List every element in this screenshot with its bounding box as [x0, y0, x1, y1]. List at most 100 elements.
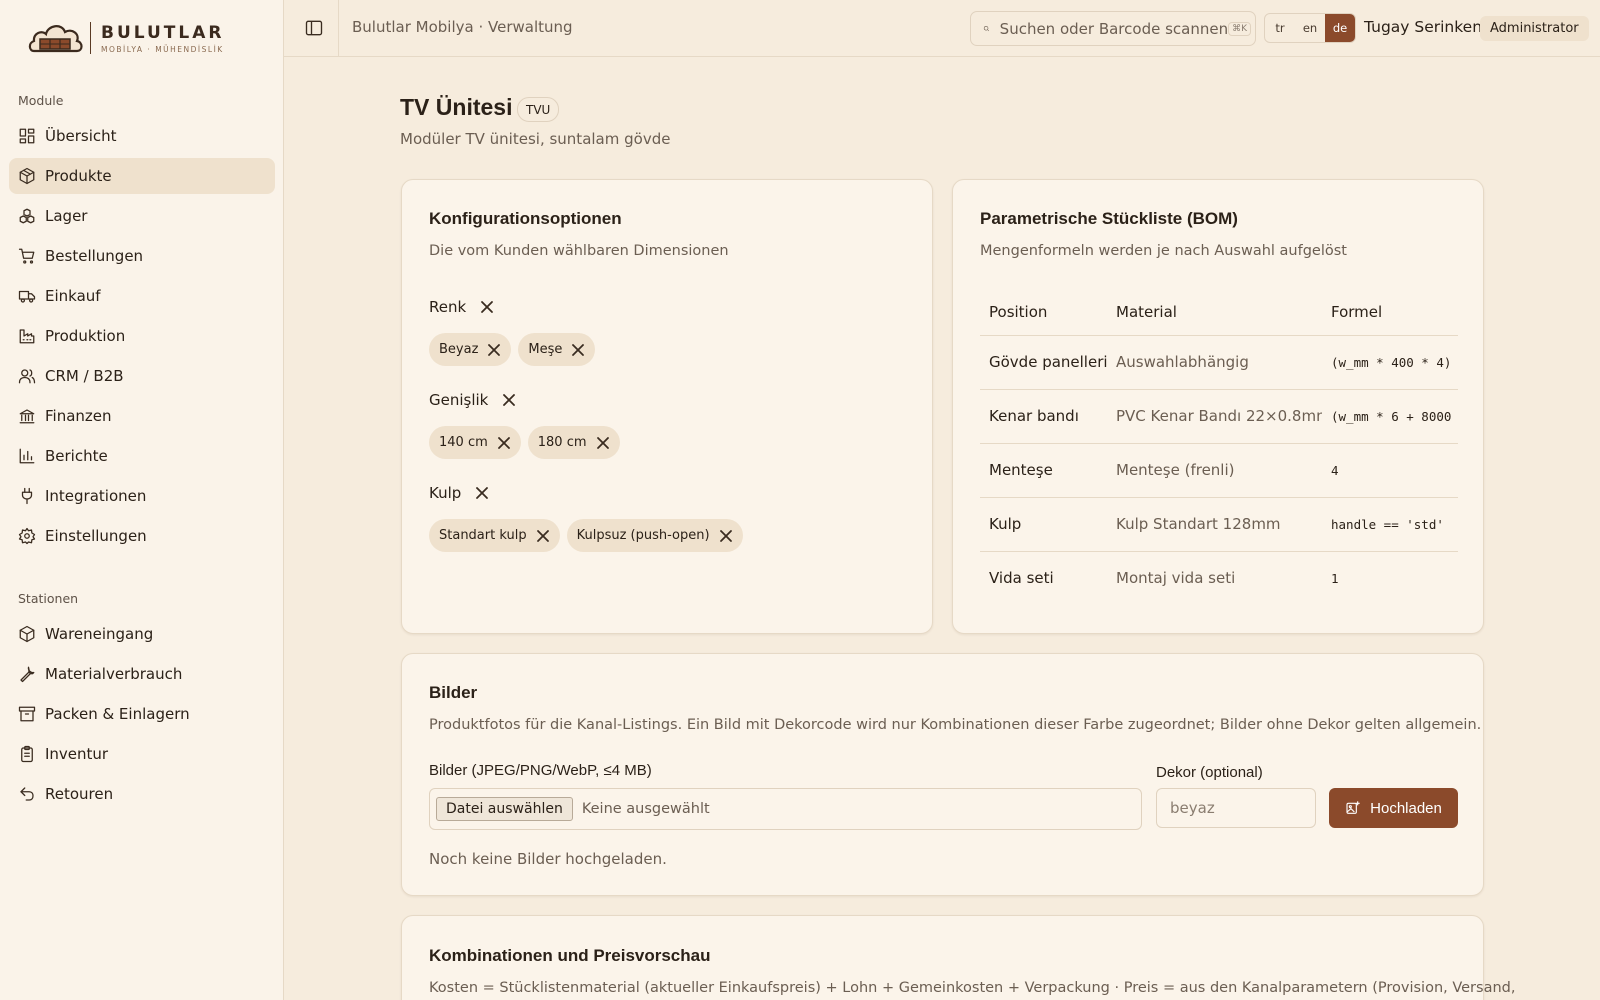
brand-logo[interactable]: BULUTLAR MOBİLYA · MÜHENDİSLİK	[28, 18, 224, 58]
lang-tr-button[interactable]: tr	[1265, 14, 1295, 42]
bom-formula: handle == 'std'	[1322, 497, 1458, 552]
option-value-chip: Beyaz	[429, 333, 512, 366]
remove-option-icon[interactable]	[502, 393, 516, 407]
file-status: Keine ausgewählt	[581, 801, 710, 817]
config-card-title: Konfigurationsoptionen	[429, 209, 622, 228]
sidebar-item-wareneingang[interactable]: Wareneingang	[9, 616, 275, 652]
bom-position: Gövde panelleri	[980, 335, 1107, 390]
top-bar: Bulutlar Mobilya · Verwaltung Suchen ode…	[284, 0, 1600, 57]
remove-value-icon[interactable]	[596, 436, 610, 450]
dekor-field-label: Dekor (optional)	[1156, 764, 1263, 781]
sidebar-item-integrationen[interactable]: Integrationen	[9, 478, 275, 514]
chip-label: Meşe	[528, 342, 563, 357]
dashboard-icon	[18, 127, 36, 145]
sidebar-item-label: Retouren	[45, 785, 114, 803]
brand-tagline: MOBİLYA · MÜHENDİSLİK	[101, 44, 224, 54]
cloud-logo-icon	[28, 25, 83, 53]
option-value-chip: Kulpsuz (push-open)	[566, 519, 743, 552]
config-card-description: Die vom Kunden wählbaren Dimensionen	[429, 243, 729, 259]
sidebar-item-finanzen[interactable]: Finanzen	[9, 398, 275, 434]
sidebar-item-label: Packen & Einlagern	[45, 705, 190, 723]
upload-button-label: Hochladen	[1370, 799, 1442, 817]
sidebar-item-einkauf[interactable]: Einkauf	[9, 278, 275, 314]
remove-value-icon[interactable]	[497, 436, 511, 450]
lang-de-button[interactable]: de	[1325, 14, 1355, 42]
option-value-chip: 180 cm	[527, 426, 620, 459]
sidebar-item-einstellungen[interactable]: Einstellungen	[9, 518, 275, 554]
image-file-input[interactable]: Datei auswählen Keine ausgewählt	[429, 788, 1142, 830]
sidebar-item-lager[interactable]: Lager	[9, 198, 275, 234]
sidebar-item-retouren[interactable]: Retouren	[9, 776, 275, 812]
sidebar-item-label: Finanzen	[45, 407, 112, 425]
option-group-renk: Renk	[429, 298, 494, 316]
clipboard-icon	[18, 745, 36, 763]
remove-option-icon[interactable]	[475, 486, 489, 500]
sidebar-item-berichte[interactable]: Berichte	[9, 438, 275, 474]
remove-value-icon[interactable]	[571, 343, 585, 357]
sidebar-item-crm[interactable]: CRM / B2B	[9, 358, 275, 394]
user-name[interactable]: Tugay Serinken	[1364, 18, 1482, 36]
search-input[interactable]: Suchen oder Barcode scannen ⌘K	[970, 11, 1256, 46]
bom-formula: (w_mm * 6 + 8000	[1322, 389, 1458, 444]
column-header: Formel	[1322, 290, 1458, 336]
remove-option-icon[interactable]	[480, 300, 494, 314]
gear-icon	[18, 527, 36, 545]
sidebar-item-label: Integrationen	[45, 487, 147, 505]
option-values-renk: Beyaz Meşe	[429, 333, 596, 366]
table-row[interactable]: Kulp Kulp Standart 128mm handle == 'std'	[980, 497, 1458, 552]
sidebar-toggle-icon[interactable]	[304, 18, 324, 38]
header-divider	[338, 0, 339, 57]
wrench-icon	[18, 665, 36, 683]
remove-value-icon[interactable]	[719, 529, 733, 543]
table-row[interactable]: Gövde panelleri Auswahlabhängig (w_mm * …	[980, 335, 1458, 390]
page-title: TV Ünitesi	[400, 94, 513, 120]
sidebar-item-packen[interactable]: Packen & Einlagern	[9, 696, 275, 732]
empty-images-text: Noch keine Bilder hochgeladen.	[429, 850, 667, 868]
chip-label: Standart kulp	[439, 528, 527, 543]
sidebar-item-label: Einstellungen	[45, 527, 147, 545]
choose-file-button[interactable]: Datei auswählen	[436, 797, 573, 821]
sidebar-item-bestellungen[interactable]: Bestellungen	[9, 238, 275, 274]
logo-divider	[90, 22, 91, 54]
sidebar-item-produktion[interactable]: Produktion	[9, 318, 275, 354]
image-upload-icon	[1346, 801, 1360, 814]
option-value-chip: 140 cm	[429, 426, 521, 459]
remove-value-icon[interactable]	[536, 529, 550, 543]
bom-formula: 4	[1322, 443, 1458, 498]
lang-en-button[interactable]: en	[1295, 14, 1325, 42]
bar-chart-icon	[18, 447, 36, 465]
dekor-input[interactable]	[1156, 788, 1316, 828]
option-name: Genişlik	[429, 391, 489, 409]
chip-label: 140 cm	[439, 435, 488, 450]
bom-formula: 1	[1331, 570, 1339, 586]
bom-material: Kulp Standart 128mm	[1107, 497, 1322, 552]
bom-material: PVC Kenar Bandı 22×0.8mm	[1107, 389, 1322, 444]
sidebar-item-label: Wareneingang	[45, 625, 154, 643]
combinations-card: Kombinationen und Preisvorschau Kosten =…	[401, 915, 1515, 1000]
remove-value-icon[interactable]	[487, 343, 501, 357]
option-value-chip: Standart kulp	[429, 519, 560, 552]
sidebar-item-label: Produkte	[45, 167, 112, 185]
search-shortcut: ⌘K	[1228, 21, 1251, 36]
sidebar-item-produkte[interactable]: Produkte	[9, 158, 275, 194]
bom-card-title: Parametrische Stückliste (BOM)	[980, 209, 1238, 228]
users-icon	[18, 367, 36, 385]
bom-position: Kulp	[980, 497, 1107, 552]
brand-name: BULUTLAR	[101, 22, 225, 43]
table-row[interactable]: Kenar bandı PVC Kenar Bandı 22×0.8mm (w_…	[980, 389, 1458, 444]
bom-card: Parametrische Stückliste (BOM) Mengenfor…	[952, 179, 1484, 634]
package-icon	[18, 167, 36, 185]
language-switcher: tr en de	[1264, 13, 1356, 43]
option-name: Renk	[429, 298, 467, 316]
table-row[interactable]: Vida seti Montaj vida seti 1	[980, 551, 1458, 605]
upload-button[interactable]: Hochladen	[1329, 788, 1458, 828]
page-subtitle: Modüler TV ünitesi, suntalam gövde	[400, 130, 671, 148]
table-row[interactable]: Menteşe Menteşe (frenli) 4	[980, 443, 1458, 498]
role-badge: Administrator	[1480, 16, 1589, 41]
bank-icon	[18, 407, 36, 425]
sidebar-item-uebersicht[interactable]: Übersicht	[9, 118, 275, 154]
sidebar-item-inventur[interactable]: Inventur	[9, 736, 275, 772]
option-values-genislik: 140 cm 180 cm	[429, 426, 620, 459]
sidebar-item-materialverbrauch[interactable]: Materialverbrauch	[9, 656, 275, 692]
undo-icon	[18, 785, 36, 803]
